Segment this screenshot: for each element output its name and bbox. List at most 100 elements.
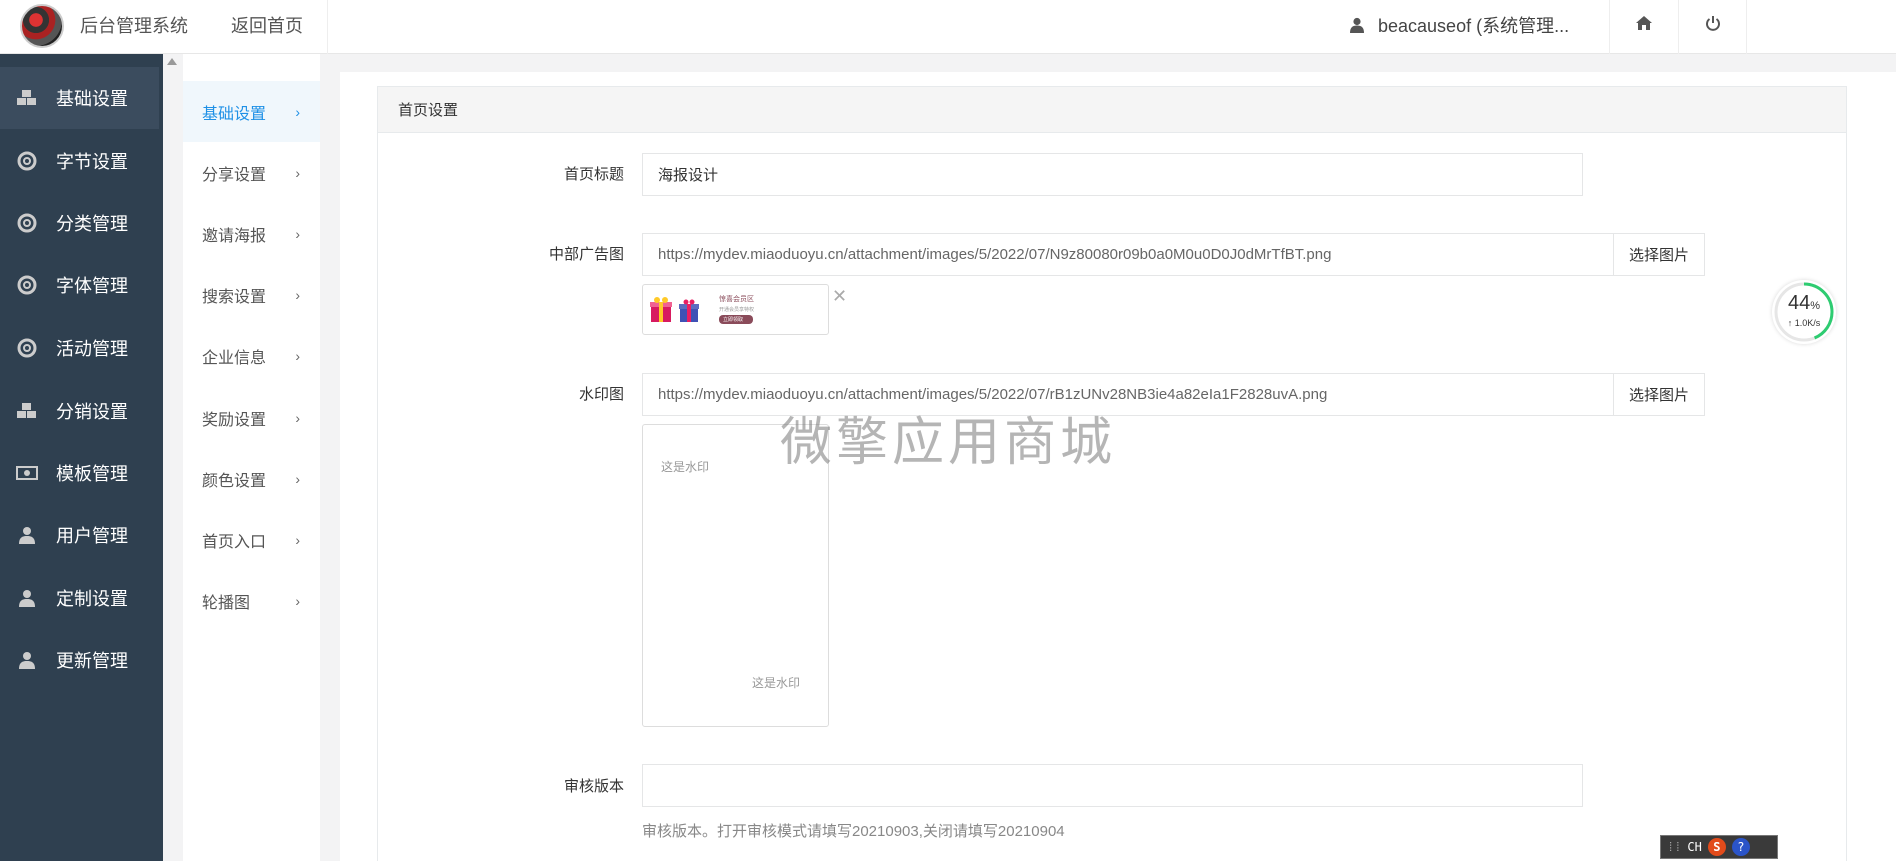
watermark-pick-image-button[interactable]: 选择图片 (1613, 373, 1705, 416)
watermark-sample-top: 这是水印 (661, 460, 710, 474)
sidebar-item-fonts[interactable]: 字体管理 (0, 254, 163, 316)
cubes-icon (16, 87, 38, 109)
gift-icon (649, 295, 675, 323)
submenu-item-carousel[interactable]: 轮播图 › (183, 570, 320, 631)
ad-image-url-input[interactable]: https://mydev.miaoduoyu.cn/attachment/im… (642, 233, 1614, 276)
remove-ad-image-icon[interactable]: ✕ (832, 286, 847, 307)
submenu-item-colors[interactable]: 颜色设置 › (183, 448, 320, 509)
ad-image-label: 中部广告图 (548, 246, 624, 263)
network-speed-widget[interactable]: 44% ↑ 1.0K/s (1772, 280, 1836, 344)
ime-mode[interactable]: CH (1687, 840, 1701, 854)
watermark-url-input[interactable]: https://mydev.miaoduoyu.cn/attachment/im… (642, 373, 1614, 416)
secondary-menu: 基础设置 › 分享设置 › 邀请海报 › 搜索设置 › 企业信息 › 奖励设置 › 颜色设置… (183, 54, 320, 861)
sidebar-scrollbar[interactable] (163, 54, 183, 861)
main-sidebar: 基础设置 字节设置 分类管理 字体管理 活动管理 分销设置 模板管理 用户管理 … (0, 54, 163, 861)
chevron-right-icon: › (295, 470, 300, 487)
sidebar-item-label: 定制设置 (56, 589, 128, 609)
home-button[interactable] (1610, 0, 1678, 46)
submenu-item-invite-poster[interactable]: 邀请海报 › (183, 203, 320, 264)
submenu-item-home-entry[interactable]: 首页入口 › (183, 509, 320, 570)
chevron-right-icon: › (295, 409, 300, 426)
ad-banner-text: 惊喜会员区 开通会员享特权 立即领取 (719, 294, 754, 324)
sidebar-item-label: 更新管理 (56, 651, 128, 671)
sidebar-item-templates[interactable]: 模板管理 (0, 442, 163, 504)
lifebuoy-icon (16, 150, 38, 172)
submenu-item-label: 分享设置 (202, 166, 267, 184)
ad-image-preview: 惊喜会员区 开通会员享特权 立即领取 (642, 284, 829, 335)
gift-icon (677, 295, 703, 323)
user-icon (16, 524, 38, 546)
ad-banner-sub: 开通会员享特权 (719, 307, 755, 313)
submenu-item-label: 企业信息 (202, 349, 267, 367)
back-home-link[interactable]: 返回首页 (231, 12, 303, 38)
home-title-input[interactable]: 海报设计 (642, 153, 1583, 196)
watermark-label: 水印图 (578, 386, 624, 403)
sidebar-item-updates[interactable]: 更新管理 (0, 629, 163, 691)
cubes-icon (16, 400, 38, 422)
sidebar-item-label: 分销设置 (56, 402, 128, 422)
home-icon (1636, 16, 1652, 30)
submenu-item-label: 奖励设置 (202, 411, 267, 429)
ad-banner: 惊喜会员区 开通会员享特权 立即领取 (649, 291, 821, 327)
submenu-item-company[interactable]: 企业信息 › (183, 325, 320, 386)
user-icon (16, 649, 38, 671)
sidebar-item-distribution[interactable]: 分销设置 (0, 380, 163, 442)
submenu-item-label: 轮播图 (202, 594, 251, 612)
sidebar-item-basic-settings[interactable]: 基础设置 (0, 67, 159, 129)
submenu-item-search[interactable]: 搜索设置 › (183, 264, 320, 325)
ime-toolbar[interactable]: ⁞⁞ CH S ? (1660, 835, 1778, 859)
submenu-item-basic[interactable]: 基础设置 › (183, 81, 320, 142)
submenu-item-rewards[interactable]: 奖励设置 › (183, 387, 320, 448)
submenu-item-label: 基础设置 (202, 105, 267, 123)
header-divider (327, 0, 328, 54)
user-name: beacauseof (系统管理... (1378, 16, 1570, 36)
scroll-up-icon[interactable] (167, 58, 177, 65)
ad-banner-heading: 惊喜会员区 (719, 296, 754, 303)
sidebar-item-label: 活动管理 (56, 339, 128, 359)
user-icon (1350, 17, 1364, 33)
sidebar-item-activities[interactable]: 活动管理 (0, 317, 163, 379)
sidebar-item-users[interactable]: 用户管理 (0, 504, 163, 566)
money-icon (16, 462, 38, 484)
grip-icon: ⁞⁞ (1667, 839, 1682, 854)
sidebar-item-label: 基础设置 (56, 89, 128, 109)
sidebar-item-category[interactable]: 分类管理 (0, 192, 163, 254)
user-menu[interactable]: beacauseof (系统管理... (1350, 12, 1569, 38)
sidebar-item-label: 模板管理 (56, 464, 128, 484)
user-icon (16, 587, 38, 609)
sidebar-item-custom[interactable]: 定制设置 (0, 567, 163, 629)
home-settings-panel: 首页设置 (377, 86, 1847, 861)
watermark-sample-bottom: 这是水印 (752, 676, 801, 690)
app-logo (20, 4, 64, 48)
review-version-input[interactable] (642, 764, 1583, 807)
chevron-right-icon: › (295, 286, 300, 303)
submenu-item-share[interactable]: 分享设置 › (183, 142, 320, 203)
logout-button[interactable] (1679, 0, 1747, 46)
sidebar-item-label: 字节设置 (56, 152, 128, 172)
chevron-right-icon: › (295, 592, 300, 609)
ad-banner-button: 立即领取 (719, 315, 753, 324)
sidebar-item-label: 字体管理 (56, 276, 128, 296)
chevron-right-icon: › (295, 164, 300, 181)
app-title: 后台管理系统 (80, 16, 188, 36)
speed-percent: 44% (1772, 292, 1836, 315)
power-icon (1706, 15, 1720, 31)
watermark-preview: 这是水印 这是水印 (642, 424, 829, 727)
chevron-right-icon: › (295, 531, 300, 548)
panel-title: 首页设置 (378, 87, 1846, 133)
speed-rate: ↑ 1.0K/s (1787, 318, 1821, 328)
sogou-icon[interactable]: S (1707, 838, 1726, 856)
ad-pick-image-button[interactable]: 选择图片 (1613, 233, 1705, 276)
lifebuoy-icon (16, 212, 38, 234)
speed-percent-value: 44 (1787, 292, 1811, 314)
header-divider (1746, 0, 1747, 54)
home-title-label: 首页标题 (563, 166, 624, 183)
sidebar-item-byte-settings[interactable]: 字节设置 (0, 130, 163, 192)
speed-percent-unit: % (1810, 300, 1821, 312)
submenu-item-label: 邀请海报 (202, 227, 267, 245)
top-header: 后台管理系统 返回首页 beacauseof (系统管理... (0, 0, 1896, 54)
submenu-item-label: 颜色设置 (202, 472, 267, 490)
help-icon[interactable]: ? (1731, 838, 1750, 856)
chevron-right-icon: › (295, 103, 300, 120)
submenu-item-label: 搜索设置 (202, 288, 267, 306)
